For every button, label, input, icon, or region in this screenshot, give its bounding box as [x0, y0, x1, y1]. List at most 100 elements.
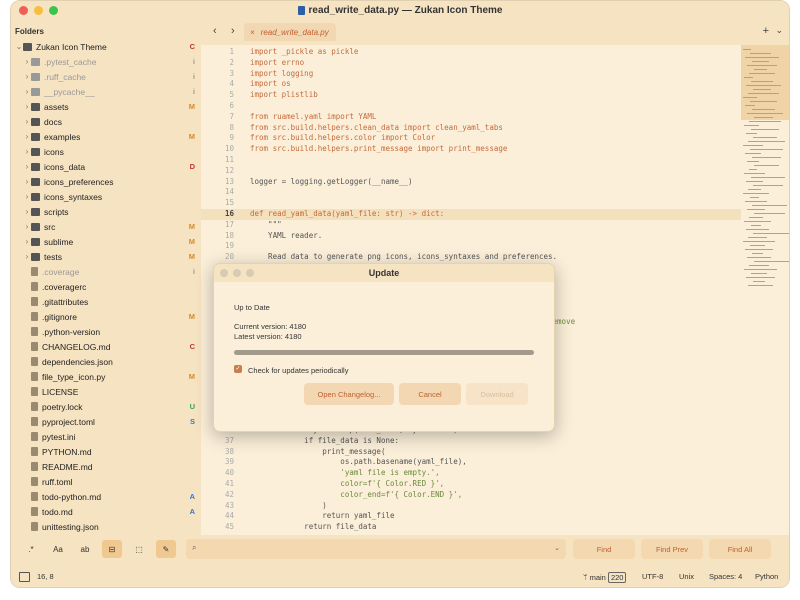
current-line[interactable]: 16 def read_yaml_data(yaml_file: str) -> … — [201, 209, 741, 220]
sidebar-item[interactable]: › docs — [11, 114, 201, 129]
dialog-close-button[interactable] — [220, 269, 228, 277]
back-arrow-icon[interactable]: ‹ — [213, 25, 217, 37]
code-line[interactable]: 6 — [201, 101, 250, 112]
sidebar-item[interactable]: LICENSE — [11, 384, 201, 399]
case-sensitive-icon[interactable]: Aa — [48, 540, 68, 558]
sidebar-item[interactable]: › assets M — [11, 99, 201, 114]
chevron-right-icon[interactable]: › — [23, 132, 31, 141]
chevron-right-icon[interactable]: › — [23, 57, 31, 66]
zoom-window-button[interactable] — [49, 6, 58, 15]
find-prev-button[interactable]: Find Prev — [641, 539, 703, 559]
sidebar-item[interactable]: › icons_data D — [11, 159, 201, 174]
code-line[interactable]: 11 — [201, 155, 250, 166]
sidebar-item[interactable]: .coverage i — [11, 264, 201, 279]
check-updates-checkbox[interactable]: ✓ — [234, 365, 242, 373]
code-line[interactable]: 3 import logging — [201, 69, 313, 80]
syntax[interactable]: Python — [755, 572, 778, 581]
sidebar-item[interactable]: › .ruff_cache i — [11, 69, 201, 84]
sidebar-item[interactable]: .coveragerc — [11, 279, 201, 294]
close-window-button[interactable] — [19, 6, 28, 15]
sidebar-item[interactable]: › tests M — [11, 249, 201, 264]
download-button[interactable]: Download — [466, 383, 528, 405]
sidebar-item[interactable]: CHANGELOG.md C — [11, 339, 201, 354]
chevron-right-icon[interactable]: › — [23, 177, 31, 186]
find-all-button[interactable]: Find All — [709, 539, 771, 559]
sidebar-item[interactable]: › examples M — [11, 129, 201, 144]
wrap-icon[interactable]: ⊟ — [102, 540, 122, 558]
chevron-down-icon[interactable]: ⌄ — [15, 42, 23, 51]
code-line[interactable]: 1 import _pickle as pickle — [201, 47, 358, 58]
git-branch[interactable]: ᛘ main 220 — [583, 572, 627, 583]
code-line[interactable]: 7 from ruamel.yaml import YAML — [201, 112, 376, 123]
code-line[interactable]: 45 return file_data — [201, 522, 376, 533]
sidebar-item[interactable]: todo-python.md A — [11, 489, 201, 504]
open-changelog-button[interactable]: Open Changelog... — [304, 383, 394, 405]
sidebar-item[interactable]: › icons_preferences — [11, 174, 201, 189]
sidebar-item[interactable]: README.md — [11, 459, 201, 474]
sidebar-item[interactable]: › icons_syntaxes — [11, 189, 201, 204]
chevron-right-icon[interactable]: › — [23, 252, 31, 261]
chevron-right-icon[interactable]: › — [23, 222, 31, 231]
sidebar-item[interactable]: poetry.lock U — [11, 399, 201, 414]
code-line[interactable]: 10 from src.build.helpers.print_message i… — [201, 144, 507, 155]
code-line[interactable]: 18 YAML reader. — [201, 231, 322, 242]
chevron-right-icon[interactable]: › — [23, 72, 31, 81]
minimap[interactable] — [741, 45, 789, 535]
find-input[interactable]: ⌕ ⌄ — [186, 539, 566, 559]
dialog-minimize-button[interactable] — [233, 269, 241, 277]
code-line[interactable]: 42 color_end=f'{ Color.END }', — [201, 490, 462, 501]
chevron-right-icon[interactable]: › — [23, 237, 31, 246]
chevron-right-icon[interactable]: › — [23, 102, 31, 111]
chevron-right-icon[interactable]: › — [23, 192, 31, 201]
chevron-right-icon[interactable]: › — [23, 87, 31, 96]
code-line[interactable]: 43 ) — [201, 501, 327, 512]
code-line[interactable]: 44 return yaml_file — [201, 511, 395, 522]
sidebar-item[interactable]: › __pycache__ i — [11, 84, 201, 99]
chevron-right-icon[interactable]: › — [23, 117, 31, 126]
sidebar-item[interactable]: todo.md A — [11, 504, 201, 519]
code-line[interactable]: 41 color=f'{ Color.RED }', — [201, 479, 444, 490]
sidebar-item[interactable]: .gitignore M — [11, 309, 201, 324]
close-tab-icon[interactable]: × — [250, 28, 255, 37]
code-line[interactable]: 37 if file_data is None: — [201, 436, 399, 447]
code-line[interactable]: 20 Read data to generate png icons, icon… — [201, 252, 557, 263]
code-line[interactable]: 19 — [201, 241, 250, 252]
line-endings[interactable]: Unix — [679, 572, 694, 581]
code-line[interactable]: 40 'yaml file is empty.', — [201, 468, 440, 479]
encoding[interactable]: UTF-8 — [642, 572, 663, 581]
sidebar-item[interactable]: › sublime M — [11, 234, 201, 249]
sidebar-item[interactable]: › icons — [11, 144, 201, 159]
chevron-right-icon[interactable]: › — [23, 162, 31, 171]
sidebar-item[interactable]: ruff.toml — [11, 474, 201, 489]
new-tab-icon[interactable]: + — [763, 25, 769, 37]
sidebar-item[interactable]: dependencies.json — [11, 354, 201, 369]
find-button[interactable]: Find — [573, 539, 635, 559]
code-line[interactable]: 8 from src.build.helpers.clean_data impor… — [201, 123, 502, 134]
code-line[interactable]: 14 — [201, 187, 250, 198]
code-line[interactable]: 9 from src.build.helpers.color import Col… — [201, 133, 435, 144]
sidebar-item[interactable]: PYTHON.md — [11, 444, 201, 459]
sidebar-item[interactable]: › src M — [11, 219, 201, 234]
code-line[interactable]: 12 — [201, 166, 250, 177]
tab-menu-icon[interactable]: ⌄ — [775, 25, 783, 36]
sidebar-item[interactable]: .gitattributes — [11, 294, 201, 309]
sidebar-item[interactable]: › .pytest_cache i — [11, 54, 201, 69]
code-line[interactable]: 5 import plistlib — [201, 90, 317, 101]
find-history-dropdown-icon[interactable]: ⌄ — [554, 544, 560, 552]
highlight-matches-icon[interactable]: ✎ — [156, 540, 176, 558]
sidebar-item[interactable]: .python-version — [11, 324, 201, 339]
code-line[interactable]: 38 print_message( — [201, 447, 386, 458]
sidebar-toggle-icon[interactable] — [19, 572, 30, 582]
dialog-zoom-button[interactable] — [246, 269, 254, 277]
chevron-right-icon[interactable]: › — [23, 147, 31, 156]
code-line[interactable]: 15 — [201, 198, 250, 209]
code-line[interactable]: 13 logger = logging.getLogger(__name__) — [201, 177, 413, 188]
code-line[interactable]: 2 import errno — [201, 58, 304, 69]
code-line[interactable]: 4 import os — [201, 79, 290, 90]
minimize-window-button[interactable] — [34, 6, 43, 15]
indentation[interactable]: Spaces: 4 — [709, 572, 742, 581]
whole-word-icon[interactable]: ab — [75, 540, 95, 558]
forward-arrow-icon[interactable]: › — [231, 25, 235, 37]
chevron-right-icon[interactable]: › — [23, 207, 31, 216]
cancel-button[interactable]: Cancel — [399, 383, 461, 405]
